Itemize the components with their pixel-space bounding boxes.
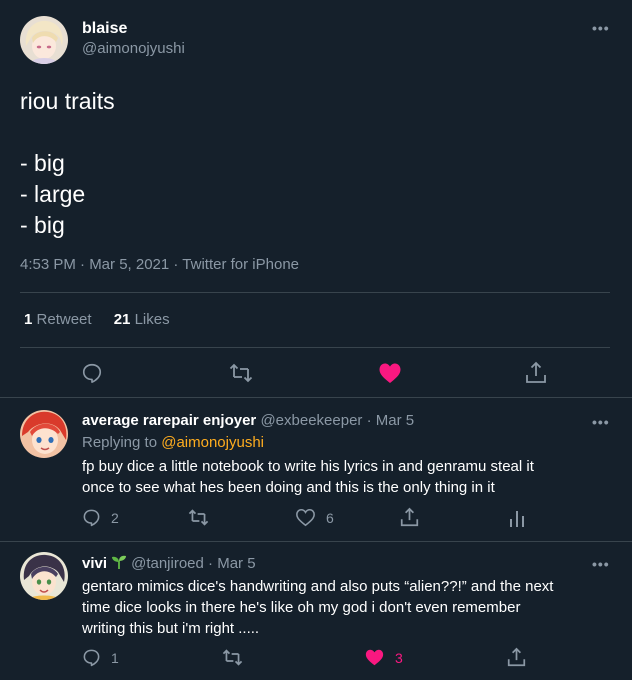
display-name[interactable]: vivi (82, 555, 107, 572)
replying-to-link[interactable]: @aimonojyushi (161, 434, 264, 451)
display-name[interactable]: blaise (82, 20, 127, 38)
retweet-icon (188, 509, 209, 526)
tweet-date[interactable]: · Mar 5 (367, 412, 415, 429)
more-options-icon[interactable]: ••• (592, 556, 610, 572)
reply-button[interactable]: 1 (82, 648, 119, 667)
avatar[interactable] (20, 16, 68, 64)
like-count: 3 (395, 649, 403, 666)
more-options-icon[interactable]: ••• (592, 20, 610, 36)
retweet-count: 1 (24, 311, 33, 328)
retweet-button[interactable] (188, 508, 209, 527)
engagement-stats: 1 Retweet 21 Likes (24, 311, 170, 328)
replying-prefix: Replying to (82, 434, 158, 451)
reply-text: gentaro mimics dice's handwriting and al… (82, 576, 553, 639)
heart-icon (296, 508, 315, 527)
tweet-date[interactable]: · Mar 5 (208, 555, 256, 572)
reply-line: fp buy dice a little notebook to write h… (82, 458, 534, 475)
likes-label: Likes (134, 311, 170, 328)
reply-icon[interactable] (81, 362, 103, 384)
retweet-label: Retweet (36, 311, 92, 328)
tweet-meta[interactable]: 4:53 PM · Mar 5, 2021 · Twitter for iPho… (20, 256, 299, 273)
reply-line: once to see what hes been doing and this… (82, 479, 495, 496)
reply-text: fp buy dice a little notebook to write h… (82, 456, 534, 498)
display-name[interactable]: average rarepair enjoyer (82, 412, 256, 429)
divider (0, 541, 632, 542)
retweet-button[interactable] (222, 648, 243, 667)
more-options-icon[interactable]: ••• (592, 414, 610, 430)
retweet-icon (222, 649, 243, 666)
tweet-line: - large (20, 181, 86, 207)
divider (20, 292, 610, 293)
handle[interactable]: @aimonojyushi (82, 40, 185, 57)
avatar[interactable] (20, 552, 68, 600)
reply-line: gentaro mimics dice's handwriting and al… (82, 578, 554, 595)
reply-icon (83, 509, 100, 527)
divider (20, 347, 610, 348)
reply-button[interactable]: 2 (82, 508, 119, 527)
avatar[interactable] (20, 410, 68, 458)
seedling-icon (111, 555, 131, 571)
tweet-line: - big (20, 212, 65, 238)
reply-line: time dice looks in there he's like oh my… (82, 599, 521, 616)
handle[interactable]: @tanjiroed (131, 555, 204, 572)
share-icon[interactable] (507, 647, 526, 668)
handle[interactable]: @exbeekeeper (260, 412, 362, 429)
retweet-icon[interactable] (229, 362, 253, 384)
retweet-stat[interactable]: 1 Retweet (24, 311, 96, 328)
share-icon[interactable] (525, 361, 547, 385)
heart-icon (365, 649, 384, 666)
like-button[interactable]: 3 (364, 648, 403, 667)
like-button[interactable]: 6 (295, 508, 334, 527)
likes-count: 21 (113, 311, 131, 328)
likes-stat[interactable]: 21 Likes (114, 311, 170, 328)
tweet-line: - big (20, 150, 65, 176)
analytics-icon[interactable] (508, 508, 526, 528)
replying-to: Replying to @aimonojyushi (82, 434, 264, 451)
share-icon[interactable] (400, 507, 419, 528)
like-icon[interactable] (378, 362, 402, 384)
reply-header: average rarepair enjoyer @exbeekeeper · … (82, 412, 414, 429)
divider (0, 397, 632, 398)
tweet-line: riou traits (20, 88, 115, 114)
reply-count: 1 (111, 649, 119, 666)
reply-line: writing this but i'm right ..... (82, 620, 260, 637)
reply-header: vivi @tanjiroed · Mar 5 (82, 554, 256, 572)
tweet-text: riou traits - big - large - big (20, 86, 115, 241)
like-count: 6 (326, 509, 334, 526)
tweet-line (20, 117, 115, 148)
reply-count: 2 (111, 509, 119, 526)
reply-icon (83, 649, 100, 667)
